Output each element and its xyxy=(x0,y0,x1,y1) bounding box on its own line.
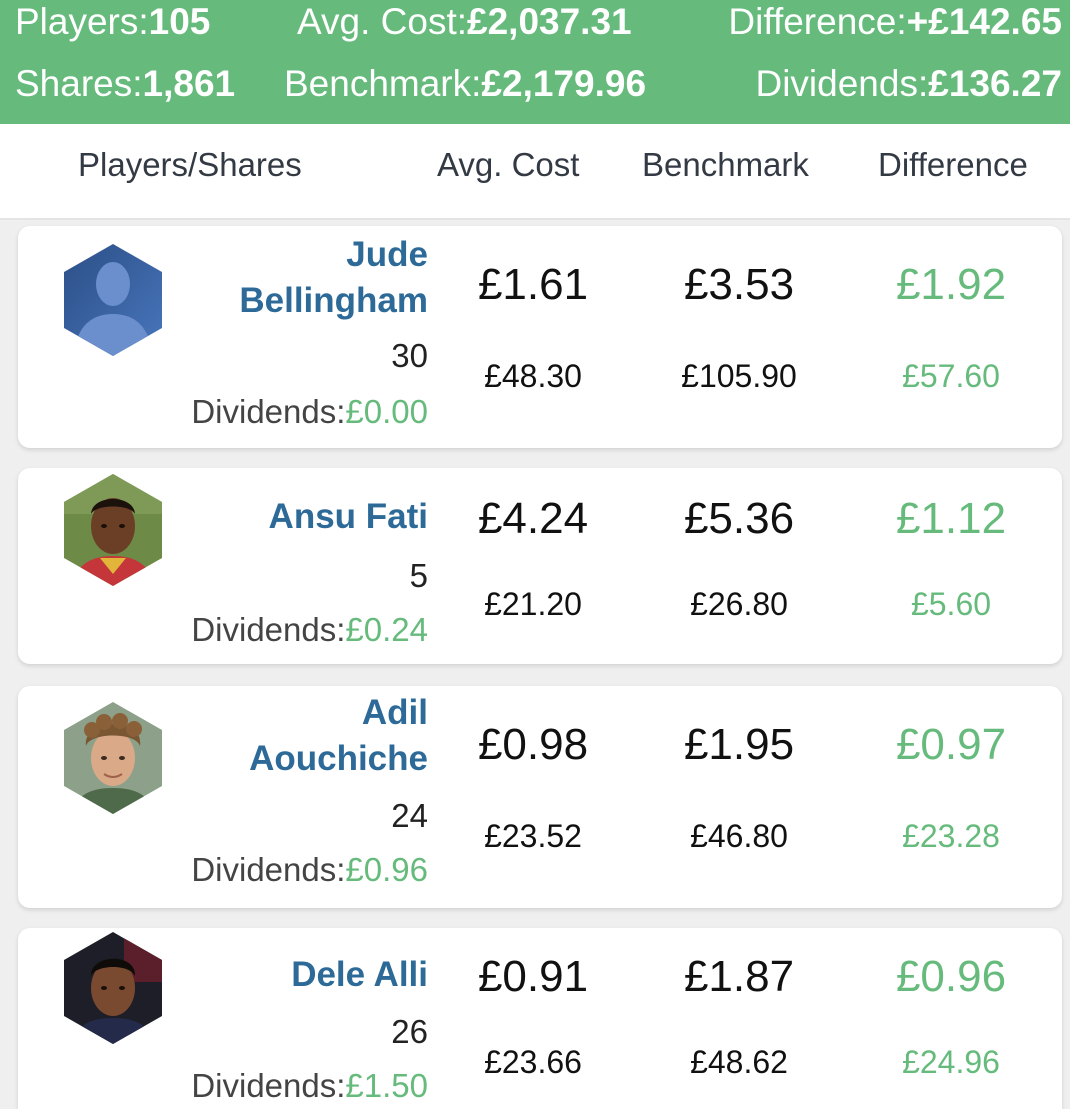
player-name[interactable]: Ansu Fati xyxy=(168,494,428,540)
player-dividends: Dividends:£1.50 xyxy=(191,1067,428,1104)
summary-difference: Difference:+£142.65 xyxy=(728,1,1062,42)
difference-per-share: £0.97 xyxy=(895,720,1007,769)
player-dividends: Dividends:£0.24 xyxy=(191,611,428,648)
benchmark-per-share: £3.53 xyxy=(683,260,795,309)
difference-total: £5.60 xyxy=(910,586,992,622)
player-card-ansu-fati[interactable]: Ansu Fati 5 Dividends:£0.24 £4.24 £5.36 … xyxy=(18,468,1062,664)
benchmark-total: £105.90 xyxy=(681,358,797,394)
summary-avg-cost: Avg. Cost:£2,037.31 xyxy=(297,1,632,42)
avg-cost-total: £21.20 xyxy=(484,586,582,622)
summary-benchmark: Benchmark:£2,179.96 xyxy=(284,63,647,104)
column-header-avg-cost[interactable]: Avg. Cost xyxy=(437,146,579,184)
avg-cost-per-share: £0.91 xyxy=(477,952,589,1001)
player-avatar-photo[interactable] xyxy=(64,474,162,586)
column-header-row: Players/Shares Avg. Cost Benchmark Diffe… xyxy=(0,124,1070,220)
summary-players: Players:105 xyxy=(15,1,211,42)
benchmark-per-share: £1.95 xyxy=(683,720,795,769)
player-card-adil-aouchiche[interactable]: Adil Aouchiche 24 Dividends:£0.96 £0.98 £… xyxy=(18,686,1062,908)
column-header-players-shares[interactable]: Players/Shares xyxy=(78,146,302,184)
player-name[interactable]: Adil Aouchiche xyxy=(168,690,428,782)
player-dividends: Dividends:£0.96 xyxy=(191,851,428,888)
avg-cost-per-share: £4.24 xyxy=(477,494,589,543)
player-shares-count: 26 xyxy=(391,1013,428,1050)
avg-cost-per-share: £0.98 xyxy=(477,720,589,769)
difference-total: £57.60 xyxy=(902,358,1000,394)
benchmark-per-share: £1.87 xyxy=(683,952,795,1001)
difference-total: £23.28 xyxy=(902,818,1000,854)
difference-per-share: £0.96 xyxy=(895,952,1007,1001)
player-card-jude-bellingham[interactable]: Jude Bellingham 30 Dividends:£0.00 £1.61 … xyxy=(18,226,1062,448)
player-card-dele-alli[interactable]: Dele Alli 26 Dividends:£1.50 £0.91 £1.87… xyxy=(18,928,1062,1109)
player-dividends: Dividends:£0.00 xyxy=(191,393,428,430)
player-name[interactable]: Dele Alli xyxy=(168,952,428,998)
player-shares-count: 24 xyxy=(391,797,428,834)
portfolio-summary-bar: Players:105 Avg. Cost:£2,037.31 Differen… xyxy=(0,0,1070,124)
player-shares-count: 5 xyxy=(409,557,428,594)
player-avatar-photo[interactable] xyxy=(64,932,162,1044)
difference-total: £24.96 xyxy=(902,1044,1000,1080)
benchmark-total: £26.80 xyxy=(690,586,788,622)
avg-cost-total: £48.30 xyxy=(484,358,582,394)
column-header-benchmark[interactable]: Benchmark xyxy=(642,146,809,184)
avg-cost-total: £23.66 xyxy=(484,1044,582,1080)
difference-per-share: £1.12 xyxy=(895,494,1007,543)
player-avatar-photo[interactable] xyxy=(64,702,162,814)
summary-shares: Shares:1,861 xyxy=(15,63,236,104)
player-name[interactable]: Jude Bellingham xyxy=(168,232,428,324)
player-avatar-placeholder-icon[interactable] xyxy=(64,244,162,356)
difference-per-share: £1.92 xyxy=(895,260,1007,309)
benchmark-total: £48.62 xyxy=(690,1044,788,1080)
benchmark-total: £46.80 xyxy=(690,818,788,854)
avg-cost-total: £23.52 xyxy=(484,818,582,854)
column-header-difference[interactable]: Difference xyxy=(878,146,1028,184)
player-shares-count: 30 xyxy=(391,337,428,374)
benchmark-per-share: £5.36 xyxy=(683,494,795,543)
summary-dividends: Dividends:£136.27 xyxy=(755,63,1062,104)
avg-cost-per-share: £1.61 xyxy=(477,260,589,309)
